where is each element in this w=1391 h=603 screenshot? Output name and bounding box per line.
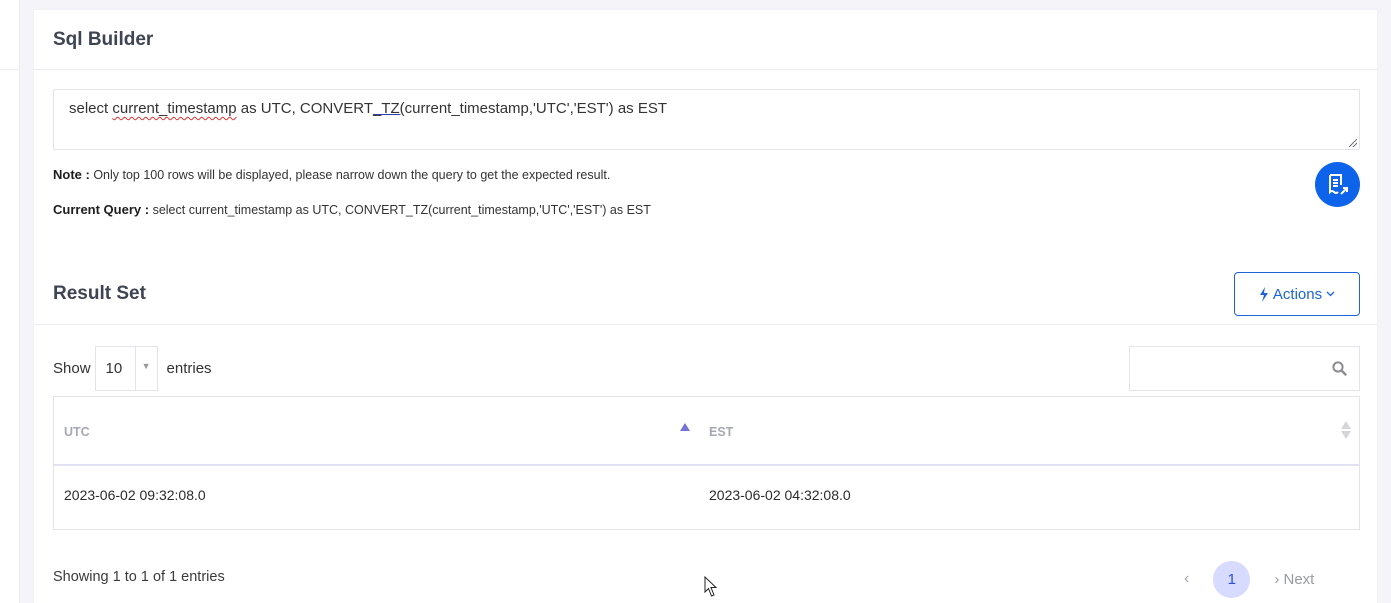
caret-down-icon: ▼ — [134, 347, 157, 390]
sidebar-divider — [0, 69, 20, 70]
sql-builder-header: Sql Builder — [34, 10, 1377, 70]
previous-page-button[interactable]: ‹ — [1184, 570, 1189, 588]
query-text-misspelled: current_timestamp — [112, 100, 237, 117]
table-search-input[interactable] — [1130, 347, 1320, 390]
cell-est: 2023-06-02 04:32:08.0 — [709, 487, 851, 503]
column-header-utc[interactable]: UTC — [64, 425, 90, 439]
table-info-text: Showing 1 to 1 of 1 entries — [53, 569, 225, 585]
result-set-header: Result Set Actions — [34, 263, 1377, 325]
note-text: Only top 100 rows will be displayed, ple… — [93, 168, 611, 182]
next-page-button[interactable]: › Next — [1274, 571, 1314, 588]
page-length-control: Show 10 ▼ entries — [53, 346, 212, 391]
entries-label: entries — [166, 360, 212, 377]
note-label: Note : — [53, 167, 90, 182]
actions-dropdown-button[interactable]: Actions — [1234, 272, 1360, 316]
table-header-row: UTC EST — [54, 397, 1359, 466]
export-query-button[interactable] — [1315, 162, 1360, 207]
result-set-title: Result Set — [53, 283, 146, 304]
page-length-value: 10 — [105, 360, 123, 377]
current-query-label: Current Query : — [53, 202, 150, 217]
column-header-est[interactable]: EST — [709, 425, 733, 439]
page-length-select[interactable]: 10 ▼ — [94, 346, 158, 391]
sql-builder-title: Sql Builder — [53, 28, 154, 50]
query-text: current_timestamp,'UTC','EST') as EST — [404, 100, 668, 117]
lightning-icon — [1259, 286, 1268, 302]
search-icon — [1332, 361, 1347, 376]
left-sidebar-panel — [0, 0, 20, 603]
table-row: 2023-06-02 09:32:08.0 2023-06-02 04:32:0… — [54, 466, 1359, 528]
query-text: select — [69, 100, 113, 117]
note-line: Note : Only top 100 rows will be display… — [53, 167, 610, 182]
sort-both-icon[interactable] — [1341, 421, 1351, 441]
page-button-1[interactable]: 1 — [1213, 560, 1251, 598]
results-table: UTC EST 2023-06-02 09:32:08.0 2023-06-02… — [53, 396, 1360, 530]
query-text: as UTC, CONVERT — [236, 100, 373, 117]
cell-utc: 2023-06-02 09:32:08.0 — [64, 487, 206, 503]
current-query-line: Current Query : select current_timestamp… — [53, 202, 651, 217]
chevron-down-icon — [1326, 291, 1335, 297]
sort-ascending-icon[interactable] — [680, 423, 690, 431]
query-text-highlight: _TZ( — [372, 100, 405, 117]
textarea-resize-handle[interactable] — [1349, 139, 1357, 147]
mouse-cursor-icon — [704, 576, 718, 597]
pagination: ‹ 1 › Next — [1184, 560, 1314, 598]
current-query-text: select current_timestamp as UTC, CONVERT… — [152, 203, 651, 217]
show-label: Show — [53, 360, 91, 377]
sql-builder-card: Sql Builder select current_timestamp as … — [34, 10, 1377, 603]
sql-query-textarea[interactable]: select current_timestamp as UTC, CONVERT… — [53, 89, 1360, 150]
receipt-export-icon — [1328, 173, 1348, 195]
table-search-field[interactable] — [1129, 346, 1360, 391]
actions-label: Actions — [1272, 285, 1323, 303]
